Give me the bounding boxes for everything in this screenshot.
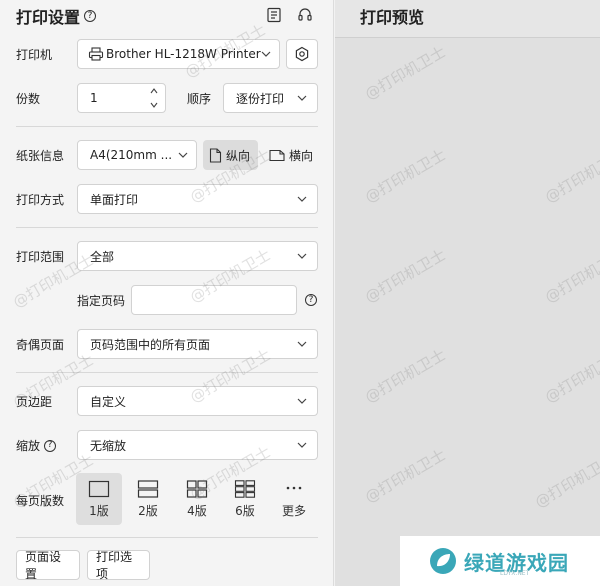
- odd-even-value: 页码范围中的所有页面: [90, 337, 211, 352]
- preview-panel: 打印预览: [335, 0, 600, 586]
- print-mode-label: 打印方式: [16, 193, 65, 207]
- margin-select[interactable]: 自定义: [77, 386, 318, 416]
- layout-4-label: 4版: [187, 503, 207, 518]
- layout-1-label: 1版: [89, 503, 109, 518]
- scale-select[interactable]: 无缩放: [77, 430, 318, 460]
- print-options-button[interactable]: 打印选项: [87, 550, 150, 581]
- layout-2-label: 2版: [138, 503, 158, 518]
- chevron-down-icon: [178, 152, 188, 158]
- paper-label: 纸张信息: [16, 149, 65, 163]
- divider: [16, 126, 318, 127]
- per-page-label: 每页版数: [16, 494, 65, 508]
- order-select[interactable]: 逐份打印: [223, 83, 318, 113]
- layout-2-option[interactable]: 2版: [125, 473, 171, 525]
- scale-label: 缩放: [16, 439, 41, 453]
- layout-2-icon: [137, 479, 159, 498]
- chevron-down-icon: [297, 341, 307, 347]
- chevron-down-icon: [297, 253, 307, 259]
- portrait-option[interactable]: 纵向: [203, 140, 258, 170]
- paper-select[interactable]: A4(210mm ...: [77, 140, 197, 170]
- settings-title: 打印设置: [16, 8, 81, 27]
- copies-stepper[interactable]: 1: [77, 83, 166, 113]
- chevron-up-icon[interactable]: [149, 87, 159, 95]
- settings-header: 打印设置 ?: [16, 4, 97, 28]
- range-label: 打印范围: [16, 250, 65, 264]
- page-setup-button[interactable]: 页面设置: [16, 550, 80, 581]
- preview-header: 打印预览: [335, 0, 600, 38]
- layout-1-option[interactable]: 1版: [76, 473, 122, 525]
- print-mode-value: 单面打印: [90, 192, 139, 207]
- order-label: 顺序: [187, 92, 212, 106]
- divider: [16, 227, 318, 228]
- help-icon[interactable]: ?: [84, 10, 97, 22]
- layout-1-icon: [88, 480, 110, 497]
- pages-label: 指定页码: [77, 294, 126, 308]
- headset-icon[interactable]: [297, 7, 313, 23]
- margin-value: 自定义: [90, 394, 127, 409]
- printer-value: Brother HL-1218W Printer: [106, 47, 261, 61]
- print-mode-select[interactable]: 单面打印: [77, 184, 318, 214]
- document-icon[interactable]: [266, 7, 282, 23]
- help-icon[interactable]: ?: [44, 439, 57, 452]
- layout-4-option[interactable]: 4版: [174, 473, 220, 525]
- chevron-down-icon: [297, 95, 307, 101]
- divider: [16, 372, 318, 373]
- odd-even-select[interactable]: 页码范围中的所有页面: [77, 329, 318, 359]
- printer-label: 打印机: [16, 48, 53, 62]
- chevron-down-icon: [297, 442, 307, 448]
- layout-6-icon: [234, 479, 256, 498]
- chevron-down-icon: [297, 196, 307, 202]
- settings-panel: 打印设置 ? 打印机 Brother HL-1218W Printer 份数 1: [0, 0, 334, 586]
- scale-label-group: 缩放 ?: [16, 437, 57, 454]
- divider: [16, 537, 318, 538]
- printer-select[interactable]: Brother HL-1218W Printer: [77, 39, 280, 69]
- chevron-down-icon: [261, 51, 271, 57]
- gear-icon: [295, 46, 309, 62]
- preview-title: 打印预览: [360, 8, 425, 27]
- margin-label: 页边距: [16, 395, 53, 409]
- layout-4-icon: [186, 479, 208, 498]
- layout-6-option[interactable]: 6版: [222, 473, 268, 525]
- chevron-down-icon: [297, 398, 307, 404]
- order-value: 逐份打印: [236, 91, 285, 106]
- landscape-option[interactable]: 横向: [263, 140, 321, 170]
- landscape-page-icon: [269, 149, 285, 161]
- printer-settings-button[interactable]: [286, 39, 318, 69]
- more-icon: [286, 486, 302, 489]
- portrait-page-icon: [209, 147, 222, 163]
- printer-icon: [88, 47, 104, 61]
- site-logo: 绿道游戏园 LDYX.NET: [400, 536, 600, 586]
- layout-more-option[interactable]: 更多: [271, 473, 317, 525]
- logo-subtext: LDYX.NET: [500, 570, 530, 577]
- leaf-logo-icon: [430, 548, 456, 574]
- copies-label: 份数: [16, 92, 41, 106]
- landscape-label: 横向: [289, 148, 314, 163]
- scale-value: 无缩放: [90, 438, 127, 453]
- layout-6-label: 6版: [235, 503, 255, 518]
- pages-input[interactable]: [131, 285, 297, 315]
- layout-more-label: 更多: [281, 503, 306, 518]
- help-icon[interactable]: ?: [305, 294, 317, 306]
- paper-value: A4(210mm ...: [90, 148, 173, 162]
- range-value: 全部: [90, 249, 115, 264]
- copies-value: 1: [90, 91, 98, 105]
- range-select[interactable]: 全部: [77, 241, 318, 271]
- odd-even-label: 奇偶页面: [16, 338, 65, 352]
- chevron-down-icon[interactable]: [149, 101, 159, 109]
- portrait-label: 纵向: [226, 148, 251, 163]
